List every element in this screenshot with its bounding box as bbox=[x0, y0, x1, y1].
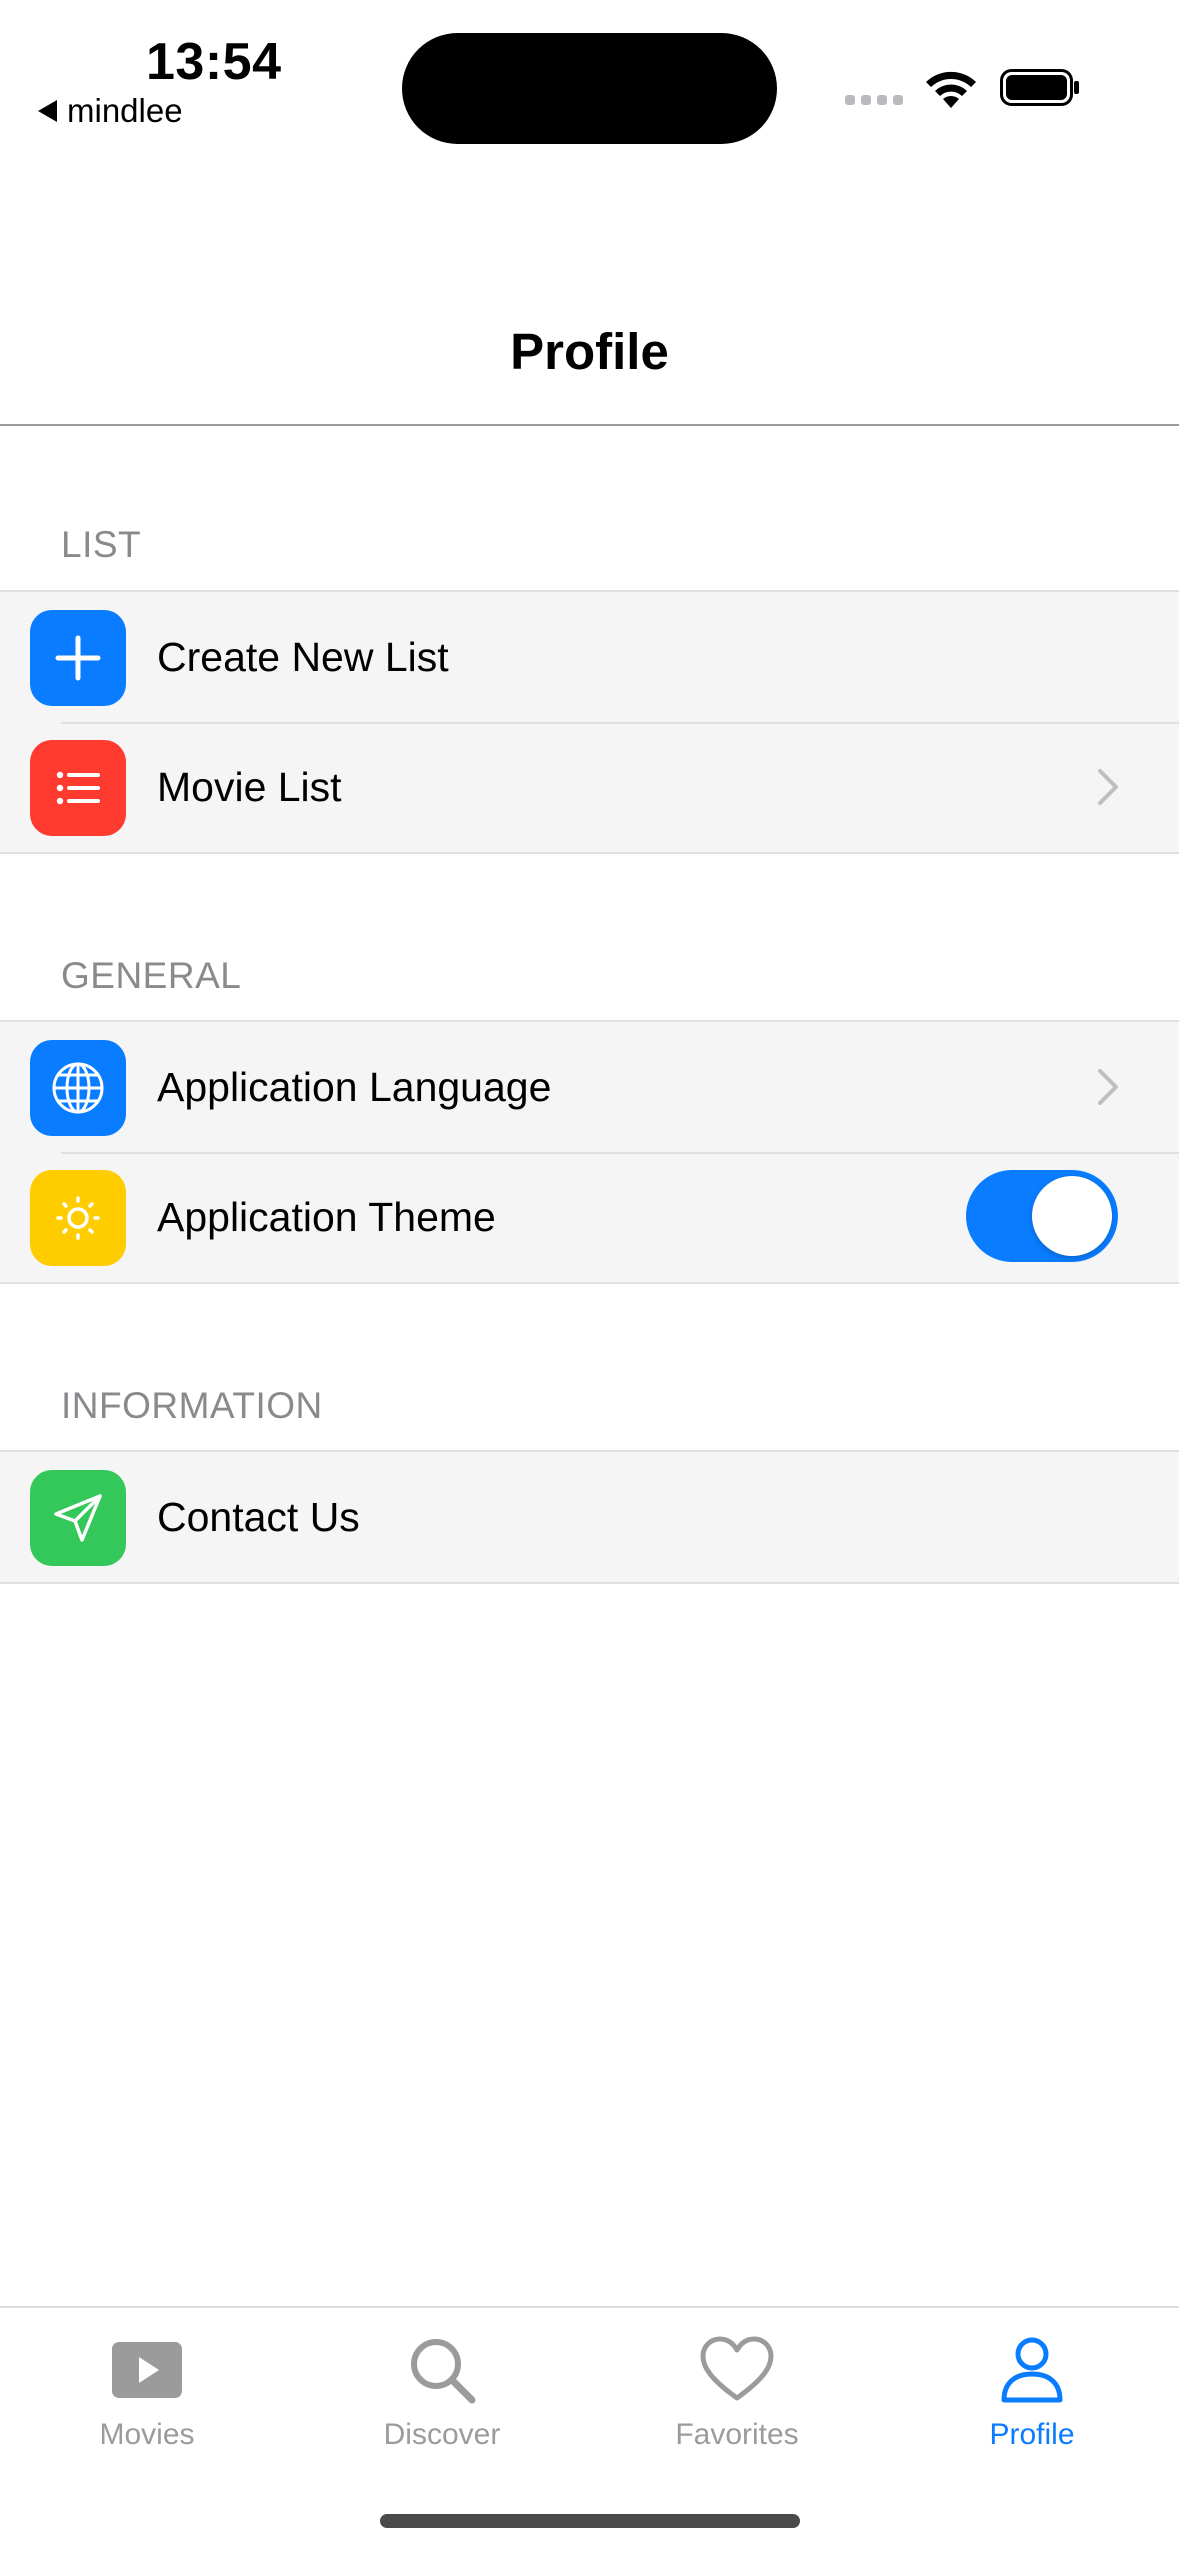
chevron-right-icon bbox=[1098, 1069, 1118, 1105]
movie-list-row[interactable]: Movie List bbox=[0, 722, 1179, 852]
search-icon bbox=[411, 2339, 476, 2404]
general-section-group: Application Language Application Theme bbox=[0, 1020, 1179, 1284]
home-indicator[interactable] bbox=[380, 2514, 800, 2528]
page-title: Profile bbox=[510, 323, 669, 380]
toggle-knob bbox=[1032, 1176, 1112, 1256]
status-time: 13:54 bbox=[146, 33, 282, 91]
list-icon bbox=[30, 740, 126, 836]
tab-favorites[interactable]: Favorites bbox=[590, 2308, 884, 2468]
information-section-group: Contact Us bbox=[0, 1450, 1179, 1584]
cellular-signal-icon bbox=[845, 95, 903, 105]
section-header-information: INFORMATION bbox=[61, 1385, 323, 1426]
tab-profile-label: Profile bbox=[989, 2418, 1075, 2451]
nav-divider bbox=[0, 424, 1179, 426]
contact-us-row[interactable]: Contact Us bbox=[0, 1452, 1179, 1582]
tab-favorites-label: Favorites bbox=[675, 2418, 799, 2451]
play-icon bbox=[112, 2342, 182, 2398]
back-app-label: mindlee bbox=[67, 92, 183, 129]
section-header-list: LIST bbox=[61, 524, 142, 565]
status-bar: 13:54 mindlee bbox=[0, 0, 1179, 150]
globe-icon bbox=[30, 1040, 126, 1136]
tab-discover-label: Discover bbox=[383, 2418, 501, 2451]
wifi-icon bbox=[926, 71, 976, 108]
list-section-group: Create New List Movie List bbox=[0, 590, 1179, 854]
create-new-list-row[interactable]: Create New List bbox=[0, 592, 1179, 722]
contact-us-label: Contact Us bbox=[157, 1493, 360, 1540]
plus-icon bbox=[30, 610, 126, 706]
create-new-list-label: Create New List bbox=[157, 633, 449, 680]
battery-icon bbox=[1000, 69, 1079, 106]
tab-profile[interactable]: Profile bbox=[885, 2308, 1179, 2468]
person-icon bbox=[1001, 2337, 1063, 2403]
application-language-label: Application Language bbox=[157, 1063, 552, 1110]
sun-icon bbox=[30, 1170, 126, 1266]
application-theme-row: Application Theme bbox=[0, 1152, 1179, 1282]
tab-discover[interactable]: Discover bbox=[295, 2308, 589, 2468]
tab-movies-label: Movies bbox=[99, 2418, 195, 2451]
send-icon bbox=[30, 1470, 126, 1566]
chevron-right-icon bbox=[1098, 769, 1118, 805]
theme-toggle[interactable] bbox=[966, 1170, 1118, 1262]
back-triangle-icon bbox=[38, 100, 57, 122]
dynamic-island bbox=[402, 33, 777, 144]
application-theme-label: Application Theme bbox=[157, 1193, 496, 1240]
heart-icon bbox=[700, 2336, 774, 2401]
application-language-row[interactable]: Application Language bbox=[0, 1022, 1179, 1152]
tab-movies[interactable]: Movies bbox=[0, 2308, 294, 2468]
movie-list-label: Movie List bbox=[157, 763, 342, 810]
back-to-app-link[interactable]: mindlee bbox=[38, 92, 183, 130]
section-header-general: GENERAL bbox=[61, 955, 242, 996]
